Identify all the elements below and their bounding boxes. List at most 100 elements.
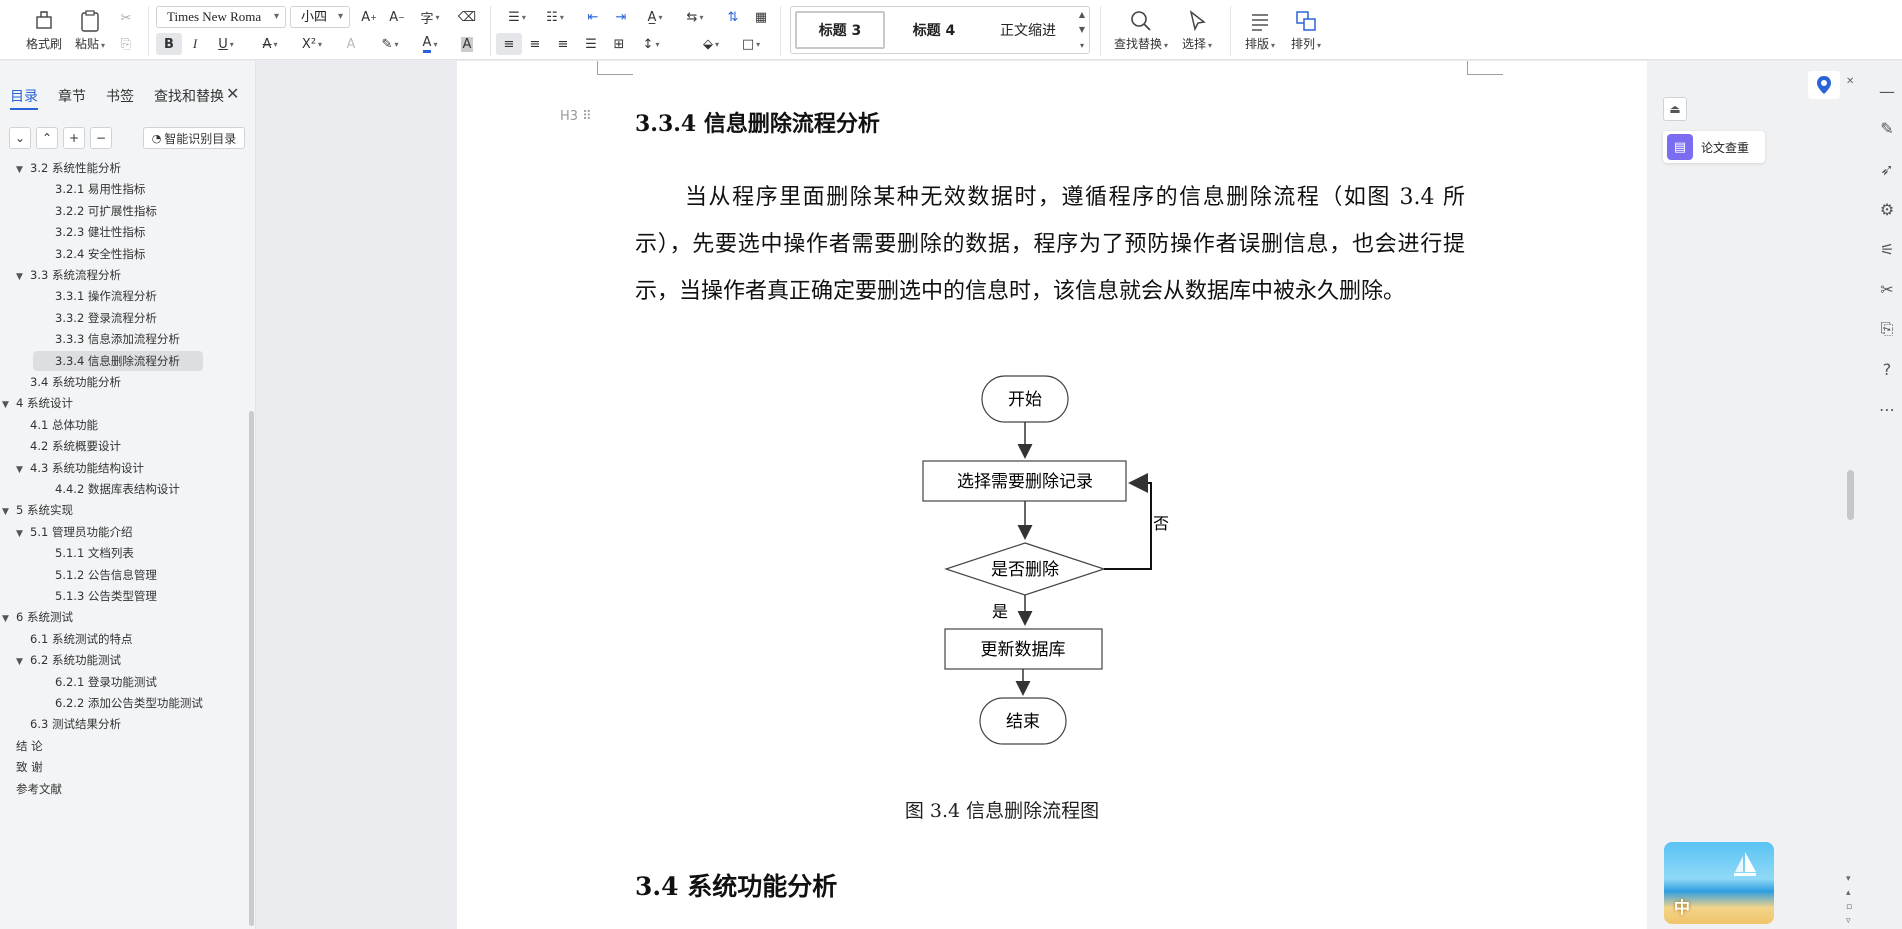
scroll-collapse-icon[interactable]: ✕ xyxy=(1846,76,1854,87)
copy-icon[interactable]: ⎘ xyxy=(113,33,139,55)
format-painter-button[interactable]: 格式刷 xyxy=(22,4,66,56)
heading-marker[interactable]: H3 ⠿ xyxy=(560,109,592,124)
expand-triangle-icon[interactable]: ▼ xyxy=(16,267,30,287)
typeset-button[interactable]: 排版 ▾ xyxy=(1238,4,1282,56)
expand-triangle-icon[interactable]: ▼ xyxy=(2,502,16,522)
numbered-list-icon[interactable]: ☷ ▾ xyxy=(540,6,570,28)
superscript-button[interactable]: X² ▾ xyxy=(296,33,328,55)
grow-font-icon[interactable]: A + xyxy=(356,6,382,28)
toc-item[interactable]: 6.3 测试结果分析 xyxy=(0,714,121,734)
book-icon[interactable]: ⎘ xyxy=(1872,314,1902,344)
font-color-button[interactable]: A ▾ xyxy=(414,33,446,55)
tools-icon[interactable]: ✂ xyxy=(1872,274,1902,304)
shading-icon[interactable]: ⬙ ▾ xyxy=(696,33,726,55)
close-icon[interactable]: ✕ xyxy=(226,84,239,103)
cut-icon[interactable]: ✂ xyxy=(113,7,139,29)
italic-button[interactable]: I xyxy=(182,33,208,55)
bold-button[interactable]: B xyxy=(156,33,182,55)
expand-triangle-icon[interactable]: ▼ xyxy=(16,460,30,480)
toc-item[interactable]: ▼ 5.1 管理员功能介绍 xyxy=(0,522,132,542)
promo-widget[interactable]: 中 xyxy=(1664,842,1774,924)
toc-item[interactable]: 3.2.4 安全性指标 xyxy=(0,244,145,264)
toc-item[interactable]: ▼ 3.3 系统流程分析 xyxy=(0,265,121,285)
strikethrough-icon[interactable]: A ▾ xyxy=(254,33,286,55)
tab-chapters[interactable]: 章节 xyxy=(58,86,86,110)
location-pin-icon[interactable] xyxy=(1808,71,1840,99)
phonetic-guide-icon[interactable]: 字 ▾ xyxy=(414,6,446,28)
style-heading-3[interactable]: 标题 3 xyxy=(795,11,885,49)
toc-item[interactable]: 3.2.2 可扩展性指标 xyxy=(0,201,157,221)
paper-check-button[interactable]: ▤ 论文查重 xyxy=(1663,131,1765,163)
find-replace-button[interactable]: 查找替换 ▾ xyxy=(1112,4,1170,56)
text-effect-icon[interactable]: A xyxy=(338,33,364,55)
collapse-up-button[interactable]: ⌃ xyxy=(36,127,58,149)
highlight-icon[interactable]: ✎ ▾ xyxy=(374,33,406,55)
remove-heading-button[interactable]: − xyxy=(90,127,112,149)
decrease-indent-icon[interactable]: ⇤ xyxy=(580,6,606,28)
expand-triangle-icon[interactable]: ▼ xyxy=(16,524,30,544)
help-icon[interactable]: ? xyxy=(1872,354,1902,384)
line-direction-icon[interactable]: ⇆ ▾ xyxy=(680,6,710,28)
show-marks-icon[interactable]: ▦ xyxy=(748,6,774,28)
tab-bookmarks[interactable]: 书签 xyxy=(106,86,134,110)
char-shading-icon[interactable]: A xyxy=(454,33,480,55)
bullet-list-icon[interactable]: ☰ ▾ xyxy=(502,6,532,28)
panel-scrollbar[interactable] xyxy=(249,411,254,926)
toc-item[interactable]: 5.1.1 文档列表 xyxy=(0,543,134,563)
toc-item[interactable]: 4.4.2 数据库表结构设计 xyxy=(0,479,180,499)
toc-item[interactable]: ▼ 5 系统实现 xyxy=(0,500,73,520)
select-button[interactable]: 选择 ▾ xyxy=(1176,4,1218,56)
toc-item[interactable]: ▼ 4.3 系统功能结构设计 xyxy=(0,458,144,478)
toc-item[interactable]: 3.3.2 登录流程分析 xyxy=(0,308,157,328)
toc-item[interactable]: 3.2.3 健壮性指标 xyxy=(0,222,145,242)
toc-item[interactable]: ▼ 4 系统设计 xyxy=(0,393,73,413)
toc-item[interactable]: 3.3.3 信息添加流程分析 xyxy=(0,329,180,349)
borders-icon[interactable]: □ ▾ xyxy=(736,33,766,55)
font-name-combo[interactable]: Times New Roma ▾ xyxy=(156,6,286,28)
expand-triangle-icon[interactable]: ▼ xyxy=(16,162,30,180)
align-right-icon[interactable]: ≡ xyxy=(550,33,576,55)
text-direction-icon[interactable]: A̲ ▾ xyxy=(640,6,670,28)
toc-item[interactable]: 3.3.1 操作流程分析 xyxy=(0,286,157,306)
add-heading-button[interactable]: + xyxy=(63,127,85,149)
toc-item[interactable]: 3.2.1 易用性指标 xyxy=(0,179,145,199)
document-scrollbar[interactable] xyxy=(1847,470,1854,520)
sliders-icon[interactable]: ⚙ xyxy=(1872,194,1902,224)
toc-item[interactable]: 致 谢 xyxy=(0,757,43,777)
line-spacing-icon[interactable]: ↕ ▾ xyxy=(636,33,666,55)
styles-scroll[interactable]: ▲ ▼ ▾ xyxy=(1075,7,1089,53)
toc-item[interactable]: 结 论 xyxy=(0,736,43,756)
toc-item[interactable]: 4.1 总体功能 xyxy=(0,415,98,435)
expand-triangle-icon[interactable]: ▼ xyxy=(16,652,30,672)
toc-item[interactable]: 3.4 系统功能分析 xyxy=(0,372,121,392)
sort-icon[interactable]: ⇅ xyxy=(720,6,746,28)
collapse-panel-icon[interactable]: ⏏ xyxy=(1663,97,1687,121)
toc-item[interactable]: ▼ 6 系统测试 xyxy=(0,607,73,627)
toc-item[interactable]: 4.2 系统概要设计 xyxy=(0,436,121,456)
toc-item[interactable]: 5.1.3 公告类型管理 xyxy=(0,586,157,606)
paste-button[interactable]: 粘贴 ▾ xyxy=(68,4,112,56)
underline-button[interactable]: U ▾ xyxy=(210,33,242,55)
align-left-icon[interactable]: ≡ xyxy=(496,33,522,55)
style-body-indent[interactable]: 正文缩进 xyxy=(983,11,1073,49)
cursor-icon[interactable]: ➶ xyxy=(1872,154,1902,184)
expand-triangle-icon[interactable]: ▼ xyxy=(2,395,16,415)
page-nav-icons[interactable]: ▾ ▴ ▫ ▿ xyxy=(1846,872,1852,928)
toc-item[interactable]: 参考文献 xyxy=(0,779,62,799)
toc-item[interactable]: 6.2.1 登录功能测试 xyxy=(0,672,157,692)
toc-item[interactable]: ▼ 3.2 系统性能分析 xyxy=(0,162,121,178)
justify-icon[interactable]: ☰ xyxy=(578,33,604,55)
toc-item[interactable]: 6.2.2 添加公告类型功能测试 xyxy=(0,693,203,713)
more-icon[interactable]: ⋯ xyxy=(1872,394,1902,424)
tab-toc[interactable]: 目录 xyxy=(10,86,38,110)
arrange-button[interactable]: 排列 ▾ xyxy=(1284,4,1328,56)
smart-toc-button[interactable]: ◔ 智能识别目录 xyxy=(143,127,245,149)
distribute-icon[interactable]: ⊞ xyxy=(606,33,632,55)
toc-item[interactable]: 5.1.2 公告信息管理 xyxy=(0,565,157,585)
increase-indent-icon[interactable]: ⇥ xyxy=(608,6,634,28)
font-size-combo[interactable]: 小四 ▾ xyxy=(290,6,350,28)
translate-icon[interactable]: ⚟ xyxy=(1872,234,1902,264)
clear-format-icon[interactable]: ⌫ xyxy=(454,6,480,28)
collapse-down-button[interactable]: ⌄ xyxy=(9,127,31,149)
expand-triangle-icon[interactable]: ▼ xyxy=(2,609,16,629)
